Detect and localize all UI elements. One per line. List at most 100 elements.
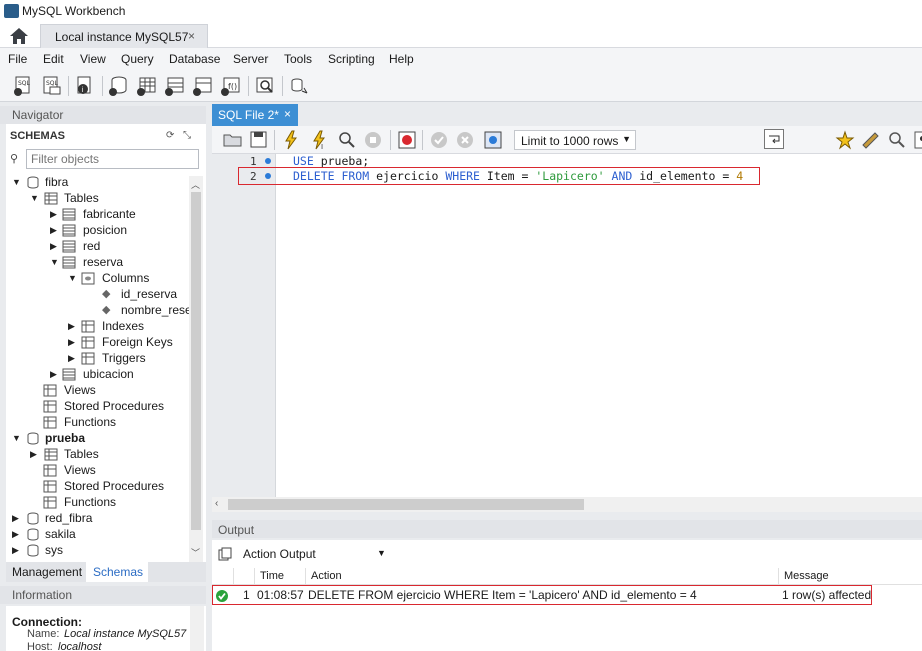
menu-database[interactable]: Database	[169, 52, 220, 66]
main-toolbar: SQL SQL i f()	[0, 70, 922, 102]
filter-objects-input[interactable]	[27, 150, 198, 168]
menu-query[interactable]: Query	[121, 52, 154, 66]
column-header-message[interactable]: Message	[784, 570, 829, 582]
create-view-icon[interactable]	[164, 75, 186, 97]
search-table-data-icon[interactable]	[254, 75, 276, 97]
table-icon	[62, 208, 76, 221]
svg-text:SQL: SQL	[46, 80, 59, 87]
create-table-icon[interactable]	[136, 75, 158, 97]
open-sql-script-icon[interactable]: SQL	[40, 75, 62, 97]
tree-item-label: Functions	[64, 495, 117, 509]
chevron-down-icon: ▼	[622, 134, 631, 144]
tree-item-label: nombre_rese	[121, 303, 192, 317]
expanded-arrow-icon[interactable]: ▼	[12, 433, 21, 443]
tab-management[interactable]: Management	[12, 565, 82, 579]
svg-text:I: I	[321, 143, 323, 151]
collapsed-arrow-icon[interactable]: ▶	[50, 241, 57, 252]
output-type-select[interactable]: Action Output ▼	[238, 545, 388, 564]
filter-objects-field[interactable]	[26, 149, 199, 169]
collapsed-arrow-icon[interactable]: ▶	[68, 321, 75, 332]
information-scrollbar[interactable]	[190, 606, 204, 651]
connection-tab[interactable]: Local instance MySQL57 ×	[40, 24, 208, 48]
column-header-time[interactable]: Time	[260, 570, 284, 582]
expanded-arrow-icon[interactable]: ▼	[12, 177, 21, 187]
toggle-error-icon[interactable]	[396, 129, 418, 151]
save-icon[interactable]	[248, 129, 270, 151]
tab-sql-file-2[interactable]: SQL File 2* ×	[212, 104, 298, 126]
sql-editor[interactable]	[212, 154, 922, 498]
execute-icon[interactable]	[280, 129, 302, 151]
inspector-icon[interactable]: i	[74, 75, 96, 97]
execute-current-icon[interactable]: I	[308, 129, 330, 151]
scroll-down-icon[interactable]: ﹀	[191, 546, 200, 559]
rollback-icon[interactable]	[454, 129, 476, 151]
connection-label: Connection:	[12, 615, 82, 629]
explain-icon[interactable]	[336, 129, 358, 151]
collapse-icon[interactable]: ⤡	[183, 130, 191, 141]
tree-item-label: red	[83, 239, 101, 253]
app-title: MySQL Workbench	[22, 4, 126, 18]
home-icon[interactable]	[8, 26, 30, 46]
host-label: Host:	[27, 641, 53, 651]
navigator-header: Navigator	[0, 106, 206, 124]
information-header: Information	[0, 586, 206, 604]
tree-item-label: Stored Procedures	[64, 479, 165, 493]
views-folder-icon	[43, 464, 57, 477]
output-title: Output	[218, 523, 255, 537]
create-schema-icon[interactable]	[108, 75, 130, 97]
collapsed-arrow-icon[interactable]: ▶	[12, 513, 19, 524]
stop-icon[interactable]	[362, 129, 384, 151]
reconnect-icon[interactable]	[288, 75, 310, 97]
collapsed-arrow-icon[interactable]: ▶	[68, 337, 75, 348]
collapsed-arrow-icon[interactable]: ▶	[30, 449, 37, 460]
word-wrap-icon[interactable]	[764, 129, 784, 149]
close-icon[interactable]: ×	[284, 107, 291, 121]
menu-server[interactable]: Server	[233, 52, 268, 66]
add-snippet-icon[interactable]	[834, 129, 856, 151]
output-copy-icon[interactable]	[218, 547, 232, 561]
find-icon[interactable]	[886, 129, 908, 151]
menu-file[interactable]: File	[8, 52, 27, 66]
create-procedure-icon[interactable]	[192, 75, 214, 97]
scroll-left-icon[interactable]: ‹	[215, 498, 218, 509]
svg-text:SQL: SQL	[18, 80, 31, 87]
menu-scripting[interactable]: Scripting	[328, 52, 375, 66]
collapsed-arrow-icon[interactable]: ▶	[50, 369, 57, 380]
navigator-scrollbar-thumb[interactable]	[191, 192, 201, 530]
menu-view[interactable]: View	[80, 52, 106, 66]
menu-help[interactable]: Help	[389, 52, 414, 66]
tab-schemas[interactable]: Schemas	[93, 565, 143, 579]
new-sql-tab-icon[interactable]: SQL	[12, 75, 34, 97]
close-icon[interactable]: ×	[188, 29, 195, 43]
refresh-schemas-icon[interactable]: ⟳	[166, 130, 174, 141]
invisible-chars-icon[interactable]: ¶	[912, 129, 922, 151]
scroll-up-icon[interactable]: ︿	[191, 178, 200, 191]
collapsed-arrow-icon[interactable]: ▶	[68, 353, 75, 364]
beautify-icon[interactable]	[860, 129, 882, 151]
chevron-down-icon: ▼	[377, 548, 386, 558]
expanded-arrow-icon[interactable]: ▼	[50, 257, 59, 267]
open-folder-icon[interactable]	[222, 129, 244, 151]
editor-horizontal-scrollbar-thumb[interactable]	[228, 499, 584, 510]
collapsed-arrow-icon[interactable]: ▶	[50, 225, 57, 236]
collapsed-arrow-icon[interactable]: ▶	[12, 529, 19, 540]
expanded-arrow-icon[interactable]: ▼	[30, 193, 39, 203]
menu-tools[interactable]: Tools	[284, 52, 312, 66]
collapsed-arrow-icon[interactable]: ▶	[12, 545, 19, 556]
name-label: Name:	[27, 628, 60, 640]
column-header-action[interactable]: Action	[311, 570, 342, 582]
columns-folder-icon	[81, 272, 95, 285]
tree-item-label: Views	[64, 383, 96, 397]
limit-rows-select[interactable]: Limit to 1000 rows ▼	[514, 130, 636, 150]
expanded-arrow-icon[interactable]: ▼	[68, 273, 77, 283]
autocommit-icon[interactable]	[482, 129, 504, 151]
collapsed-arrow-icon[interactable]: ▶	[50, 209, 57, 220]
stored-procedures-folder-icon	[43, 400, 57, 413]
code-line-1[interactable]: USE prueba;	[293, 154, 369, 168]
functions-folder-icon	[43, 416, 57, 429]
tree-item-label: Tables	[64, 447, 99, 461]
create-function-icon[interactable]: f()	[220, 75, 242, 97]
tree-item-label: Indexes	[102, 319, 145, 333]
menu-edit[interactable]: Edit	[43, 52, 64, 66]
commit-icon[interactable]	[428, 129, 450, 151]
